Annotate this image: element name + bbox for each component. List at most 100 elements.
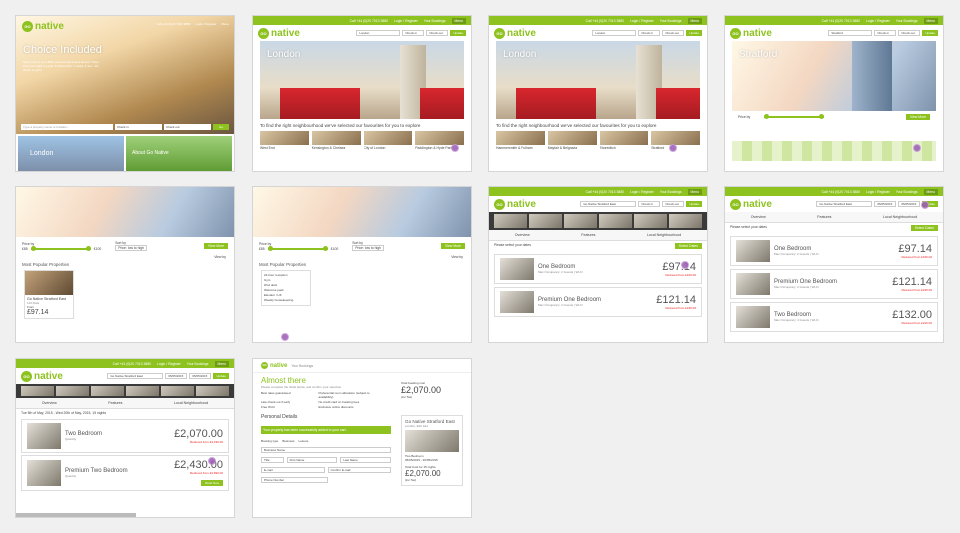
location-input[interactable]: Go Native Stratford East <box>107 373 164 379</box>
logo[interactable]: GO native <box>261 362 287 369</box>
menu-button[interactable]: Menu <box>451 17 466 24</box>
photo-gallery[interactable] <box>16 384 234 398</box>
room-row[interactable]: One Bedroom Max Occupancy: 2 Guests | Wi-… <box>730 236 938 266</box>
logo[interactable]: GO native <box>730 198 772 210</box>
bookings-link[interactable]: Your Bookings <box>187 362 209 366</box>
search-go-button[interactable]: Go <box>213 124 229 130</box>
update-button[interactable]: Update <box>922 30 938 36</box>
location-input[interactable]: London <box>592 30 637 36</box>
phone-input[interactable]: Phone Number <box>261 477 328 483</box>
tab-features[interactable]: Features <box>108 401 122 405</box>
checkout-field[interactable]: 05/05/2015 <box>189 373 212 379</box>
tab-overview[interactable]: Overview <box>751 215 766 219</box>
select-dates-button[interactable]: Select Dates <box>674 243 702 249</box>
checkin-field[interactable]: 05/05/2015 <box>874 201 897 207</box>
room-row[interactable]: Two Bedroom Quantity £2,070.00 Reduced fro… <box>21 419 229 453</box>
room-row[interactable]: Premium One Bedroom Max Occupancy: 2 Gues… <box>730 269 938 299</box>
tab-overview[interactable]: Overview <box>42 401 57 405</box>
neighbourhood-card[interactable]: Hammersmith & Fulham <box>496 131 545 150</box>
checkout-field[interactable]: Check out <box>662 30 685 36</box>
checkin-field[interactable]: Check in <box>638 30 661 36</box>
logo[interactable]: GO native <box>22 21 64 32</box>
logo[interactable]: GO native <box>494 27 536 39</box>
price-slider[interactable] <box>764 114 825 119</box>
checkin-field[interactable]: Check in <box>402 30 425 36</box>
location-input[interactable]: Stratford <box>828 30 873 36</box>
logo[interactable]: GO native <box>21 370 63 382</box>
view-more-button[interactable]: View More <box>906 114 930 120</box>
tile-london[interactable]: London <box>18 136 124 171</box>
room-row[interactable]: One Bedroom Max Occupancy: 2 Guests | Wi-… <box>494 254 702 284</box>
room-row[interactable]: Two Bedroom Max Occupancy: 4 Guests | Wi-… <box>730 302 938 332</box>
view-more-button[interactable]: View More <box>204 243 228 249</box>
email-input[interactable]: E-mail <box>261 467 325 473</box>
location-input[interactable]: Go Native Stratford East <box>816 201 873 207</box>
tab-neighbourhood[interactable]: Local Neighbourhood <box>174 401 208 405</box>
business-radio[interactable]: Business <box>282 439 294 443</box>
menu-button[interactable]: Menu <box>687 188 702 195</box>
bookings-link[interactable]: Your Bookings <box>896 19 918 23</box>
login-link[interactable]: Login / Register <box>630 190 654 194</box>
neighbourhood-card[interactable]: City of London <box>363 131 413 150</box>
tab-neighbourhood[interactable]: Local Neighbourhood <box>883 215 917 219</box>
checkout-field[interactable]: 05/05/2015 <box>898 201 921 207</box>
leisure-radio[interactable]: Leisure <box>299 439 309 443</box>
checkout-field[interactable]: Check out <box>898 30 921 36</box>
bookings-link[interactable]: Your Bookings <box>660 19 682 23</box>
neighbourhood-card[interactable]: Kensington & Chelsea <box>311 131 361 150</box>
book-now-button[interactable]: Book Now <box>201 480 223 486</box>
login-link[interactable]: Login / Register <box>195 22 216 26</box>
price-slider[interactable] <box>267 245 328 251</box>
bookings-link[interactable]: Your Bookings <box>660 190 682 194</box>
search-input[interactable]: Type a property name or location... <box>21 124 113 130</box>
menu-button[interactable]: Menu <box>221 22 229 26</box>
location-input[interactable]: Go Native Stratford East <box>580 201 637 207</box>
bookings-link[interactable]: Your Bookings <box>896 190 918 194</box>
sort-select[interactable]: Price: low to high <box>115 245 148 251</box>
photo-gallery[interactable] <box>489 212 707 230</box>
neighbourhood-card[interactable]: West End <box>260 131 309 150</box>
last-name-input[interactable]: Last Name <box>340 457 392 463</box>
update-button[interactable]: Update <box>686 201 702 207</box>
first-name-input[interactable]: First Name <box>286 457 338 463</box>
logo[interactable]: GO native <box>258 27 300 39</box>
menu-button[interactable]: Menu <box>687 17 702 24</box>
update-button[interactable]: Update <box>450 30 466 36</box>
view-more-button[interactable]: View More <box>441 243 465 249</box>
select-dates-button[interactable]: Select Dates <box>910 225 938 231</box>
logo[interactable]: GO native <box>494 198 536 210</box>
checkout-field[interactable]: Check out <box>426 30 449 36</box>
login-link[interactable]: Login / Register <box>394 19 418 23</box>
price-slider[interactable] <box>30 245 91 251</box>
scrollbar[interactable] <box>16 513 136 517</box>
update-button[interactable]: Update <box>213 373 229 379</box>
room-row[interactable]: Premium Two Bedroom Quantity £2,430.00 Red… <box>21 455 229 491</box>
tab-features[interactable]: Features <box>581 233 595 237</box>
tab-overview[interactable]: Overview <box>515 233 530 237</box>
update-button[interactable]: Update <box>686 30 702 36</box>
logo[interactable]: GO native <box>730 27 772 39</box>
tab-neighbourhood[interactable]: Local Neighbourhood <box>647 233 681 237</box>
checkin-field[interactable]: Check in <box>115 124 162 130</box>
business-name-input[interactable]: Business Name <box>261 447 391 453</box>
login-link[interactable]: Login / Register <box>866 190 890 194</box>
checkin-field[interactable]: 05/05/2015 <box>165 373 188 379</box>
room-row[interactable]: Premium One Bedroom Max Occupancy: 2 Gues… <box>494 287 702 317</box>
map-strip[interactable] <box>732 141 936 161</box>
sort-select[interactable]: Price: low to high <box>352 245 385 251</box>
login-link[interactable]: Login / Register <box>630 19 654 23</box>
login-link[interactable]: Login / Register <box>866 19 890 23</box>
menu-button[interactable]: Menu <box>923 17 938 24</box>
amenities-card[interactable]: 24-hour reception Gym iPod dock Welcome … <box>261 270 311 306</box>
menu-button[interactable]: Menu <box>214 360 229 367</box>
neighbourhood-card[interactable]: Mayfair & Belgravia <box>547 131 597 150</box>
location-input[interactable]: London <box>356 30 401 36</box>
property-card[interactable]: Go Native Stratford East 113 Flats From … <box>24 270 74 319</box>
checkout-field[interactable]: Check out <box>164 124 211 130</box>
menu-button[interactable]: Menu <box>923 188 938 195</box>
checkin-field[interactable]: Check in <box>874 30 897 36</box>
checkout-field[interactable]: Check out <box>662 201 685 207</box>
confirm-email-input[interactable]: Confirm E-mail <box>327 467 391 473</box>
title-select[interactable]: Title <box>261 457 284 463</box>
login-link[interactable]: Login / Register <box>157 362 181 366</box>
